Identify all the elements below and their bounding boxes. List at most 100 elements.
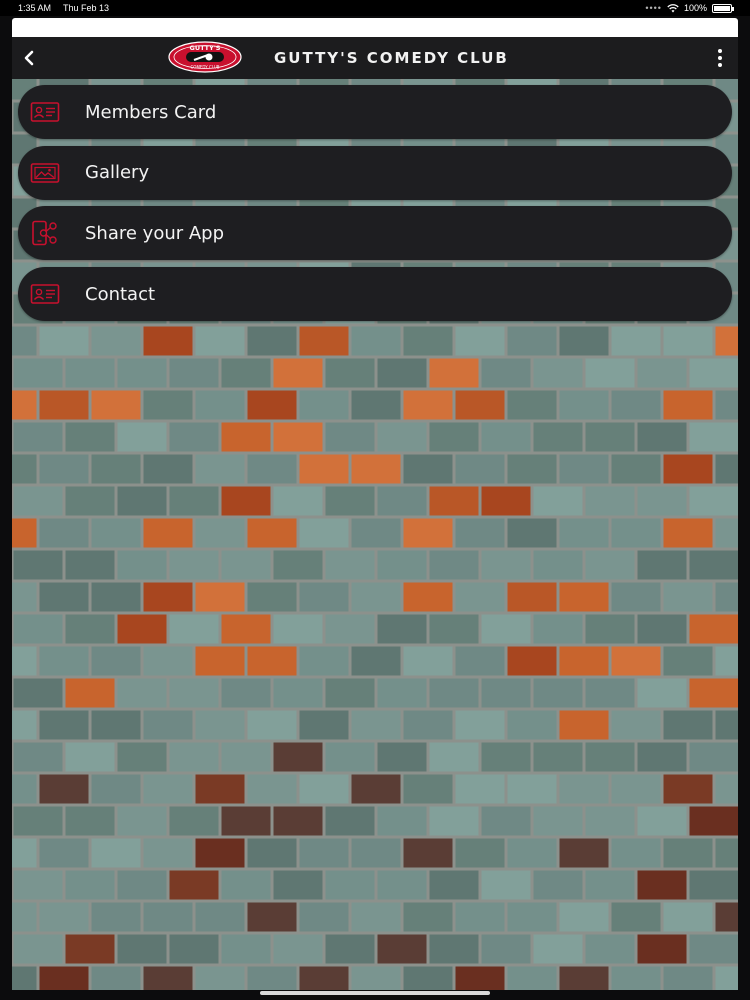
brick [195,454,245,484]
brick [169,742,219,772]
brick [455,902,505,932]
brick [429,422,479,452]
brick [273,550,323,580]
brick [221,806,271,836]
brick [533,422,583,452]
brick [689,934,738,964]
brick [715,390,738,420]
brick [169,614,219,644]
brick [689,614,738,644]
menu-item-contact[interactable]: Contact [18,267,732,322]
brick [221,678,271,708]
brick [377,806,427,836]
menu-item-share-app[interactable]: Share your App [18,206,732,261]
brick [91,326,141,356]
brick [611,582,661,612]
brick [12,902,37,932]
brick [533,358,583,388]
brick [247,902,297,932]
brick [39,710,89,740]
brick [533,614,583,644]
brick [13,870,63,900]
brick [143,646,193,676]
brick [637,870,687,900]
brick [455,966,505,990]
page-title: GUTTY'S COMEDY CLUB [274,49,509,67]
brick [559,390,609,420]
brick [351,454,401,484]
brick [117,742,167,772]
brick [39,774,89,804]
back-button[interactable] [14,37,44,79]
brick [559,966,609,990]
brick [637,422,687,452]
brick [91,582,141,612]
brick [351,518,401,548]
brick [247,326,297,356]
brick [39,646,89,676]
brick [13,806,63,836]
brick [403,966,453,990]
brick [585,358,635,388]
brick [351,710,401,740]
menu-item-gallery[interactable]: Gallery [18,145,732,200]
more-options-button[interactable] [710,44,730,72]
brick [715,902,738,932]
brick [169,870,219,900]
brick [351,646,401,676]
brick [143,710,193,740]
brick [39,902,89,932]
brick [13,486,63,516]
menu-item-members-card[interactable]: Members Card [18,85,732,139]
brick [299,518,349,548]
brick [637,806,687,836]
brick [689,422,738,452]
brick [325,806,375,836]
brick [65,934,115,964]
brick [611,966,661,990]
brick [429,742,479,772]
brick [585,550,635,580]
brick [455,582,505,612]
brick [299,390,349,420]
brick [221,742,271,772]
brick [299,582,349,612]
brick [481,422,531,452]
more-dot-icon [718,49,722,53]
brick [299,646,349,676]
brick [507,710,557,740]
brick [663,390,713,420]
brick [429,806,479,836]
brick [715,838,738,868]
brick [533,870,583,900]
home-indicator[interactable] [260,991,490,995]
brick [507,326,557,356]
brick [351,966,401,990]
brick [663,902,713,932]
menu-item-label: Share your App [85,222,225,244]
brick [559,710,609,740]
brick [91,966,141,990]
brick [221,358,271,388]
brick [65,358,115,388]
brick [611,326,661,356]
navigation-bar: GUTTY'S COMEDY CLUB GUTTY'S COMEDY CLUB [12,37,738,79]
brick [169,422,219,452]
brick [481,550,531,580]
brick [39,518,89,548]
main-menu: Members Card Gallery Share your App Cont… [18,85,732,328]
brick [507,454,557,484]
status-right: •••• 100% [645,3,734,13]
brick [12,646,37,676]
brick [195,838,245,868]
brick [455,518,505,548]
brick [325,742,375,772]
app-screen: GUTTY'S COMEDY CLUB GUTTY'S COMEDY CLUB [12,37,738,990]
brick [325,358,375,388]
brick [247,838,297,868]
brick [559,838,609,868]
brick [143,390,193,420]
brick [65,806,115,836]
brick [689,486,738,516]
contact-card-icon [30,282,60,306]
